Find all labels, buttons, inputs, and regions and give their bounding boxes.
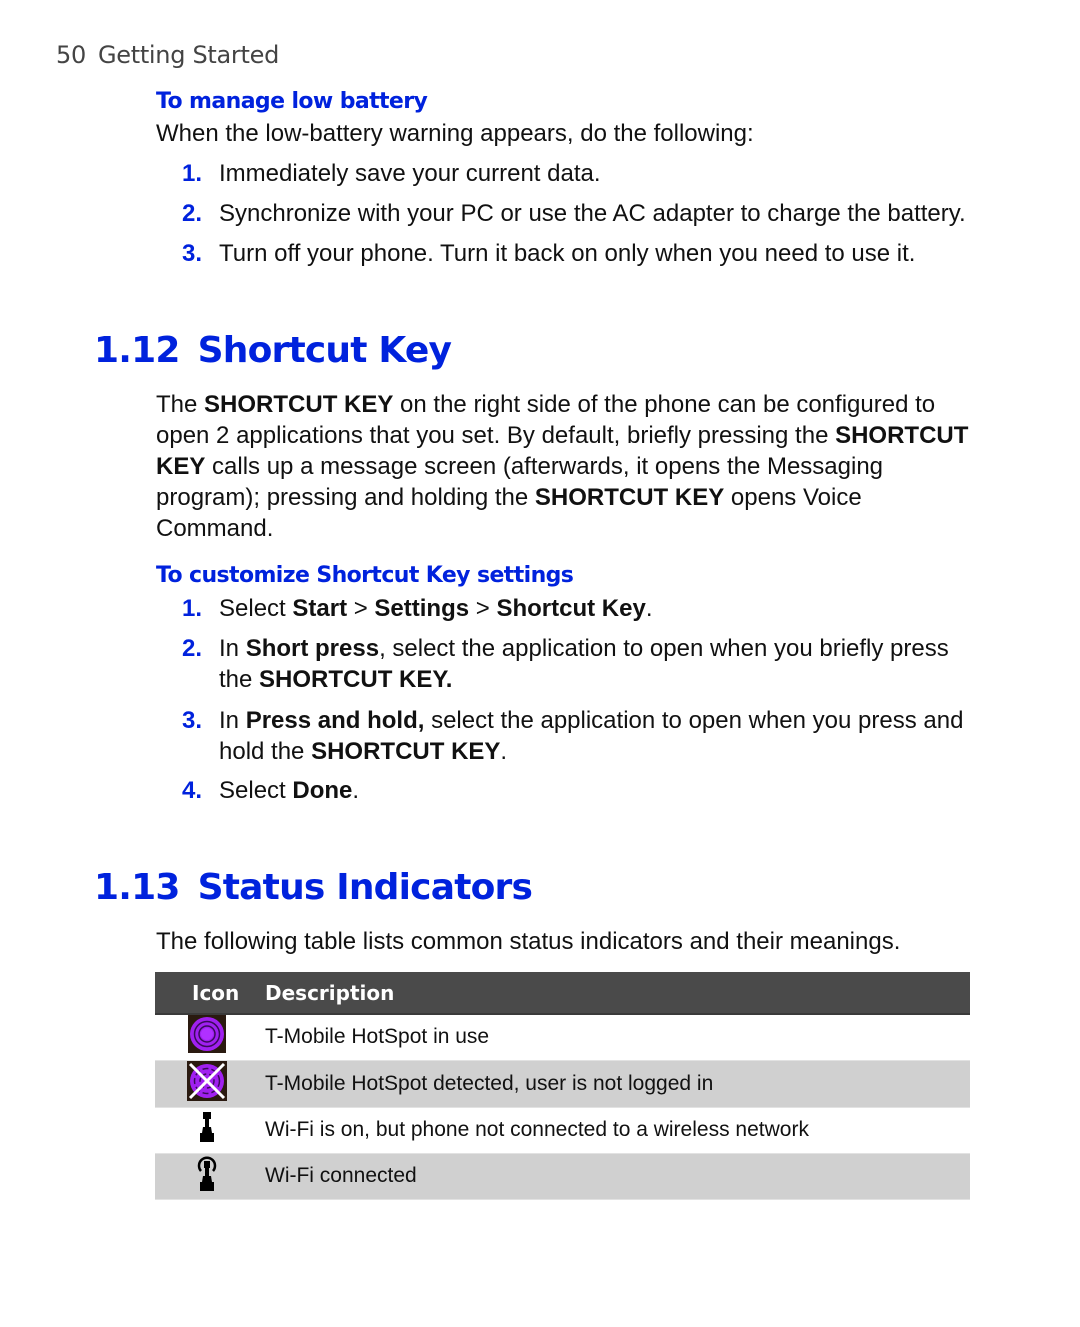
step-text: Synchronize with your PC or use the AC a… [219,200,966,227]
section-heading-shortcut-key: 1.12 Shortcut Key [94,330,452,371]
text-run: . [352,777,360,804]
step-number: 1. [182,160,203,187]
wifi-connected-icon [195,1155,219,1197]
emphasized-term: Shortcut Key [496,595,646,622]
text-run: Select [219,777,293,804]
column-header-icon: Icon [155,972,265,1015]
emphasized-term: Done [292,777,353,804]
emphasized-term: Press and hold, [245,707,425,734]
status-indicators-intro: The following table lists common status … [156,928,901,955]
page-number: 50 [56,41,86,69]
shortcut-key-paragraph: The SHORTCUT KEY on the right side of th… [156,389,971,544]
shortcut-step: 4. Select Done. [182,775,972,806]
shortcut-step: 3. In Press and hold, select the applica… [182,705,972,767]
low-battery-intro: When the low-battery warning appears, do… [156,120,754,147]
text-run: In [219,707,246,734]
section-heading-status-indicators: 1.13 Status Indicators [94,867,533,908]
low-battery-heading: To manage low battery [156,89,428,114]
row-description: Wi-Fi connected [265,1152,970,1200]
step-number: 3. [182,707,203,734]
text-run: > [469,595,497,622]
step-number: 3. [182,240,203,267]
emphasized-term: Start [292,595,348,622]
low-battery-step: 2. Synchronize with your PC or use the A… [182,198,972,229]
section-title: Status Indicators [197,867,533,908]
emphasized-term: Short press [245,635,380,662]
low-battery-step: 3. Turn off your phone. Turn it back on … [182,238,972,269]
step-text: Turn off your phone. Turn it back on onl… [219,240,916,267]
emphasized-term: SHORTCUT KEY. [259,666,453,693]
row-description: Wi-Fi is on, but phone not connected to … [265,1118,809,1141]
hotspot-in-use-icon [188,1015,226,1059]
table-header-row: Icon Description [155,972,970,1015]
shortcut-step: 1. Select Start > Settings > Shortcut Ke… [182,593,972,624]
table-row: Wi-Fi is on, but phone not connected to … [155,1107,970,1153]
row-description: T-Mobile HotSpot in use [265,1025,490,1049]
step-text: In Short press, select the application t… [219,633,972,695]
low-battery-step: 1. Immediately save your current data. [182,158,972,189]
emphasized-term: SHORTCUT KEY [204,391,394,418]
table-row: Wi-Fi connected [155,1152,970,1200]
emphasized-term: Settings [374,595,470,622]
emphasized-term: SHORTCUT KEY [534,484,725,511]
step-number: 2. [182,200,203,227]
section-number: 1.13 [94,867,180,908]
row-description: T-Mobile HotSpot detected, user is not l… [265,1059,970,1108]
wifi-on-not-connected-icon [199,1112,215,1148]
text-run: In [219,635,246,662]
table-row: T-Mobile HotSpot in use [155,1014,970,1060]
hotspot-not-logged-in-icon [187,1060,227,1107]
column-header-description: Description [265,972,970,1015]
shortcut-step: 2. In Short press, select the applicatio… [182,633,972,695]
text-run: . [645,595,653,622]
text-run: Select [219,595,293,622]
text-run: The [156,391,205,418]
step-text: Select Start > Settings > Shortcut Key. [219,593,972,624]
emphasized-term: SHORTCUT KEY [311,738,501,765]
section-number: 1.12 [94,330,180,371]
table-row: T-Mobile HotSpot detected, user is not l… [155,1059,970,1108]
step-number: 1. [182,595,203,622]
step-text: Select Done. [219,775,972,806]
text-run: . [500,738,508,765]
text-run: > [347,595,375,622]
section-title: Shortcut Key [197,330,452,371]
status-indicators-table: Icon Description T-Mobile HotSpot in use [155,972,970,1200]
step-number: 4. [182,777,203,804]
step-text: Immediately save your current data. [219,160,601,187]
step-number: 2. [182,635,203,662]
running-head: 50 Getting Started [56,41,279,69]
chapter-title: Getting Started [97,41,280,69]
step-text: In Press and hold, select the applicatio… [219,705,972,767]
customize-shortcut-heading: To customize Shortcut Key settings [156,563,574,588]
